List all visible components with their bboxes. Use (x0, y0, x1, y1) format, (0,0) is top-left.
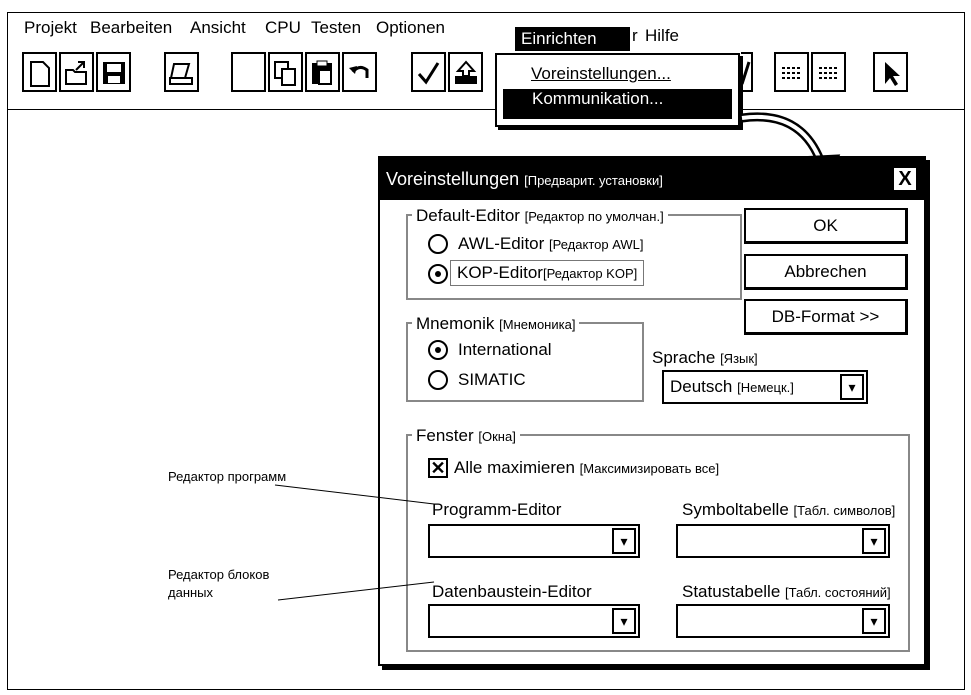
annotation-lines (274, 484, 435, 601)
